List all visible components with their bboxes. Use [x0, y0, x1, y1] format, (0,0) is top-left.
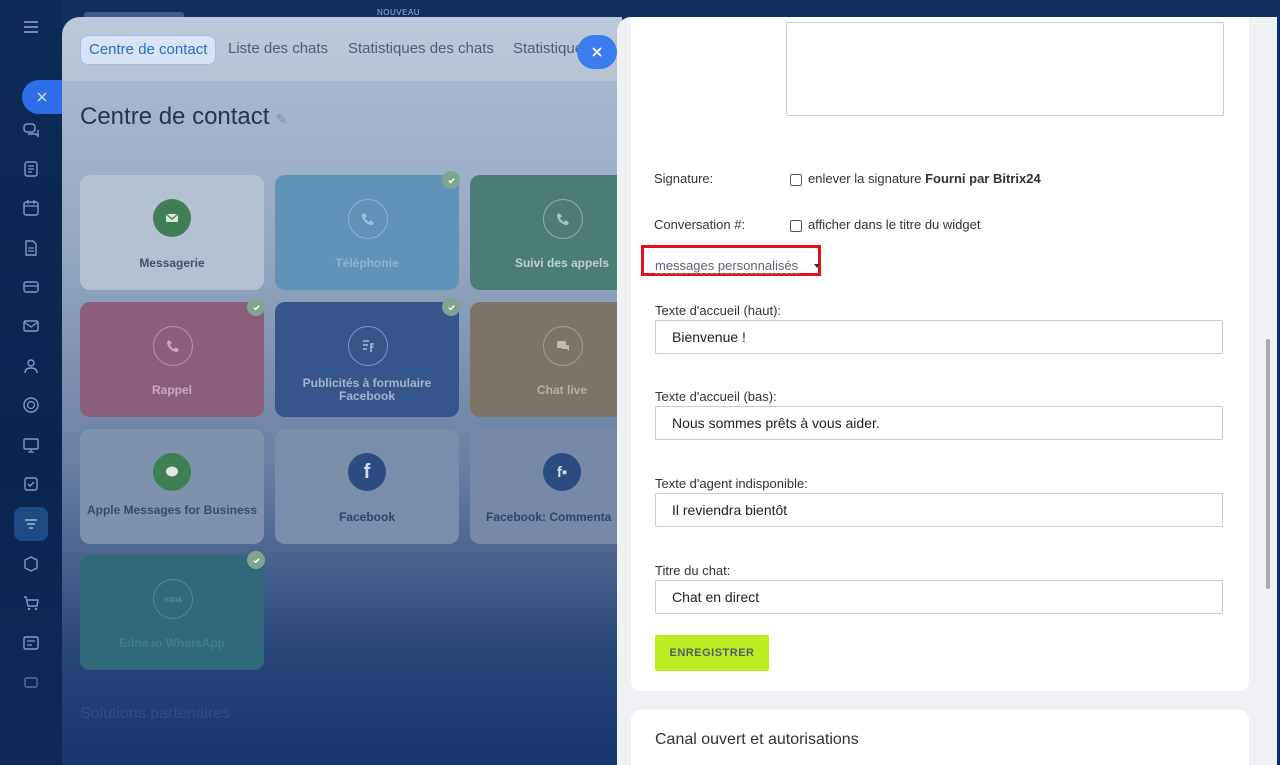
facebook-comments-icon: f▪: [543, 453, 581, 491]
page-title-text: Centre de contact: [80, 103, 270, 130]
tile-chat-live[interactable]: Chat live: [470, 302, 622, 417]
call-tracking-icon: [543, 199, 583, 239]
tile-label: Téléphonie: [335, 256, 399, 270]
tile-facebook-forms[interactable]: Publicités à formulaire Facebook: [275, 298, 460, 417]
welcome-bottom-input[interactable]: [655, 406, 1223, 440]
tile-messagerie[interactable]: Messagerie: [80, 175, 264, 290]
left-sidebar: [0, 0, 62, 765]
document-icon[interactable]: [14, 231, 48, 265]
chat-icon: [543, 326, 583, 366]
callback-icon: [153, 326, 193, 366]
card-icon[interactable]: [14, 270, 48, 304]
settings-slider: Signature: enlever la signature Fourni p…: [617, 17, 1277, 765]
mail-icon[interactable]: [14, 309, 48, 343]
tile-facebook-comments[interactable]: f▪ Facebook: Commenta: [470, 429, 622, 544]
tile-label: Suivi des appels: [514, 256, 610, 270]
calendar-icon[interactable]: [14, 191, 48, 225]
presentation-icon[interactable]: [14, 428, 48, 462]
apple-messages-icon: [153, 453, 191, 491]
tab-contact-center[interactable]: Centre de contact: [80, 35, 217, 65]
close-icon: [37, 92, 47, 102]
text-area[interactable]: [786, 22, 1224, 116]
close-menu-button[interactable]: [22, 80, 62, 114]
tile-label: Apple Messages for Business: [86, 503, 258, 517]
sites-icon[interactable]: [14, 388, 48, 422]
box-icon[interactable]: [14, 547, 48, 581]
check-icon: [247, 551, 265, 569]
signature-checkbox[interactable]: [790, 174, 802, 186]
welcome-top-input[interactable]: [655, 320, 1223, 354]
edna-icon: edna: [153, 579, 193, 619]
chat-bubbles-icon[interactable]: [14, 113, 48, 147]
pin-icon[interactable]: ✎: [275, 111, 287, 127]
tabs-bar: Centre de contact Liste des chats Statis…: [62, 17, 622, 81]
feed-icon[interactable]: [14, 152, 48, 186]
more-icon[interactable]: [14, 665, 48, 699]
welcome-top-label: Texte d'accueil (haut):: [655, 303, 782, 318]
contact-center-page: Centre de contact Liste des chats Statis…: [62, 17, 622, 765]
tab-chat-statistics[interactable]: Statistiques des chats: [340, 35, 502, 63]
close-slider-button[interactable]: [577, 35, 617, 69]
save-button[interactable]: ENREGISTRER: [655, 635, 769, 671]
tile-label: Messagerie: [139, 256, 205, 270]
tile-rappel[interactable]: Rappel: [80, 298, 265, 417]
custom-messages-toggle[interactable]: messages personnalisés: [655, 259, 799, 274]
users-icon[interactable]: [14, 349, 48, 383]
welcome-bottom-label: Texte d'accueil (bas):: [655, 389, 777, 404]
terminal-icon[interactable]: [14, 626, 48, 660]
caret-down-icon: [814, 264, 820, 268]
facebook-form-icon: [348, 326, 388, 366]
new-badge: NOUVEAU: [377, 8, 421, 17]
signature-option-text: enlever la signature: [808, 171, 922, 186]
chat-title-input[interactable]: [655, 580, 1223, 614]
tile-label: Facebook: [338, 510, 395, 524]
page-title: Centre de contact ✎: [80, 103, 287, 131]
open-channel-card: Canal ouvert et autorisations: [631, 710, 1249, 765]
signature-option: enlever la signature Fourni par Bitrix24: [808, 171, 1041, 186]
scrollbar[interactable]: [1266, 339, 1270, 589]
tile-edna-whatsapp[interactable]: edna Edna.io WhatsApp: [80, 551, 265, 670]
tile-label: Publicités à formulaire Facebook: [302, 376, 432, 403]
tile-label: Facebook: Commenta: [486, 510, 612, 524]
envelope-icon: [153, 199, 191, 237]
signature-label: Signature:: [654, 171, 714, 186]
close-icon: [592, 47, 602, 57]
contact-center-icon[interactable]: [14, 507, 48, 541]
check-icon: [442, 298, 460, 316]
tile-suivi-appels[interactable]: Suivi des appels: [470, 175, 622, 290]
tasks-icon[interactable]: [14, 467, 48, 501]
menu-icon[interactable]: [14, 10, 48, 44]
tile-facebook[interactable]: f Facebook: [275, 429, 459, 544]
agent-unavailable-label: Texte d'agent indisponible:: [655, 476, 808, 491]
conversation-label: Conversation #:: [654, 217, 746, 232]
phone-icon: [348, 199, 388, 239]
agent-unavailable-input[interactable]: [655, 493, 1223, 527]
tile-telephonie[interactable]: Téléphonie: [275, 171, 460, 290]
partner-solutions-heading: Solutions partenaires: [80, 705, 231, 722]
tab-chat-list[interactable]: Liste des chats: [220, 35, 336, 63]
tile-label: Rappel: [151, 383, 192, 397]
signature-option-brand: Fourni par Bitrix24: [925, 171, 1041, 186]
settings-card: Signature: enlever la signature Fourni p…: [631, 17, 1249, 691]
check-icon: [247, 298, 265, 316]
cart-icon[interactable]: [14, 586, 48, 620]
chat-title-label: Titre du chat:: [655, 563, 731, 578]
section-title: Canal ouvert et autorisations: [655, 731, 859, 748]
conversation-checkbox[interactable]: [790, 220, 802, 232]
check-icon: [442, 171, 460, 189]
conversation-option-text: afficher dans le titre du widget: [808, 217, 981, 232]
tile-label: Edna.io WhatsApp: [119, 636, 225, 650]
facebook-icon: f: [348, 453, 386, 491]
tile-label: Chat live: [536, 383, 587, 397]
tile-apple-messages[interactable]: Apple Messages for Business: [80, 429, 264, 544]
